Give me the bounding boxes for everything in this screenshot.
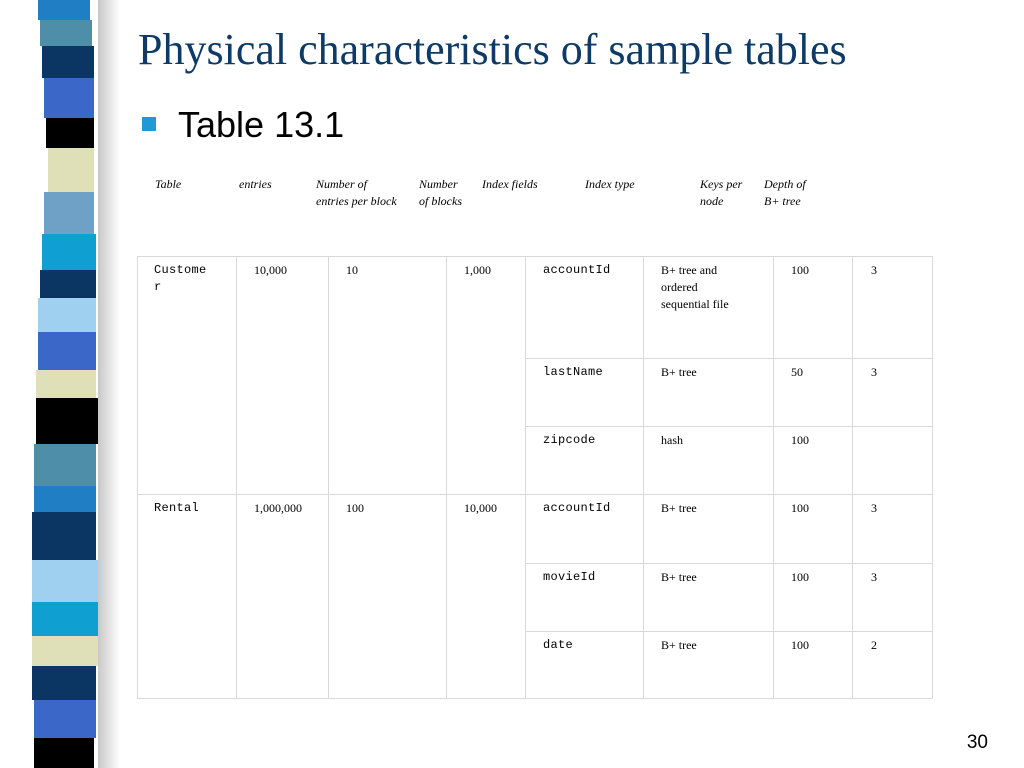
header-keys-line1: Keys per [700,177,743,191]
bullet-text: Table 13.1 [178,104,345,145]
header-depth-line1: Depth of [764,177,806,191]
header-blocks-line1: Number [419,177,458,191]
cell-index-field: lastName [543,365,604,379]
cell-index-field: zipcode [543,433,596,447]
cell-keys-per-node: 100 [791,501,809,515]
strip-shadow [98,0,120,768]
cell-depth: 3 [871,263,877,277]
table-divider [525,358,933,359]
cell-index-field: accountId [543,501,611,515]
index-type-line3: sequential file [661,297,729,311]
cell-index-type: B+ tree [661,570,697,584]
cell-keys-per-node: 100 [791,433,809,447]
cell-keys-per-node: 100 [791,263,809,277]
table-border-bottom [137,698,933,699]
cell-index-field: accountId [543,263,611,277]
cell-table-name: Rental [154,501,200,515]
cell-index-type: B+ tree [661,365,697,379]
table-row-divider [137,494,933,495]
cell-keys-per-node: 100 [791,638,809,652]
header-index-type: Index type [585,177,635,191]
header-blocks: Number of blocks [419,176,462,210]
table-divider [525,426,933,427]
table-border-top [137,256,933,257]
table-divider [773,256,774,699]
decorative-strip [0,0,120,768]
table-divider [525,563,933,564]
header-entries: entries [239,177,272,191]
header-index-fields: Index fields [482,177,538,191]
header-depth: Depth of B+ tree [764,176,806,210]
cell-table-name: Custome r [154,262,207,296]
table-divider [328,256,329,699]
bullet-square-icon [142,117,156,132]
header-entries-per-block-line1: Number of [316,177,367,191]
table-divider [643,256,644,699]
cell-index-type: B+ tree [661,638,697,652]
cell-entries: 1,000,000 [254,501,302,515]
header-entries-per-block: Number of entries per block [316,176,397,210]
cell-depth: 3 [871,501,877,515]
cell-keys-per-node: 50 [791,365,803,379]
cell-blocks: 10,000 [464,501,497,515]
cell-index-type: hash [661,433,683,447]
header-table: Table [155,177,182,191]
table-divider [852,256,853,699]
header-blocks-line2: of blocks [419,194,462,208]
cell-depth: 3 [871,365,877,379]
cell-index-field: date [543,638,574,652]
header-depth-line2: B+ tree [764,194,801,208]
table-divider [236,256,237,699]
header-keys-line2: node [700,194,724,208]
header-entries-per-block-line2: entries per block [316,194,397,208]
cell-blocks: 1,000 [464,263,491,277]
table-divider [446,256,447,699]
cell-index-type: B+ tree and ordered sequential file [661,262,729,313]
slide-title: Physical characteristics of sample table… [138,25,847,74]
table-name-line2: r [154,280,162,294]
table-name-line1: Custome [154,263,207,277]
strip-bars [32,0,98,768]
table-divider [525,631,933,632]
table-divider [525,256,526,699]
sample-tables-table: Custome r 10,000 10 1,000 accountId B+ t… [137,256,933,699]
table-border-left [137,256,138,699]
cell-depth: 3 [871,570,877,584]
cell-index-field: movieId [543,570,596,584]
page-number: 30 [966,732,988,753]
index-type-line2: ordered [661,280,698,294]
cell-depth: 2 [871,638,877,652]
header-keys-per-node: Keys per node [700,176,742,210]
table-border-right [932,256,933,699]
index-type-line1: B+ tree and [661,263,718,277]
bullet-item: Table 13.1 [142,104,344,146]
cell-entries: 10,000 [254,263,287,277]
cell-entries-per-block: 100 [346,501,364,515]
cell-entries-per-block: 10 [346,263,358,277]
cell-keys-per-node: 100 [791,570,809,584]
cell-index-type: B+ tree [661,501,697,515]
